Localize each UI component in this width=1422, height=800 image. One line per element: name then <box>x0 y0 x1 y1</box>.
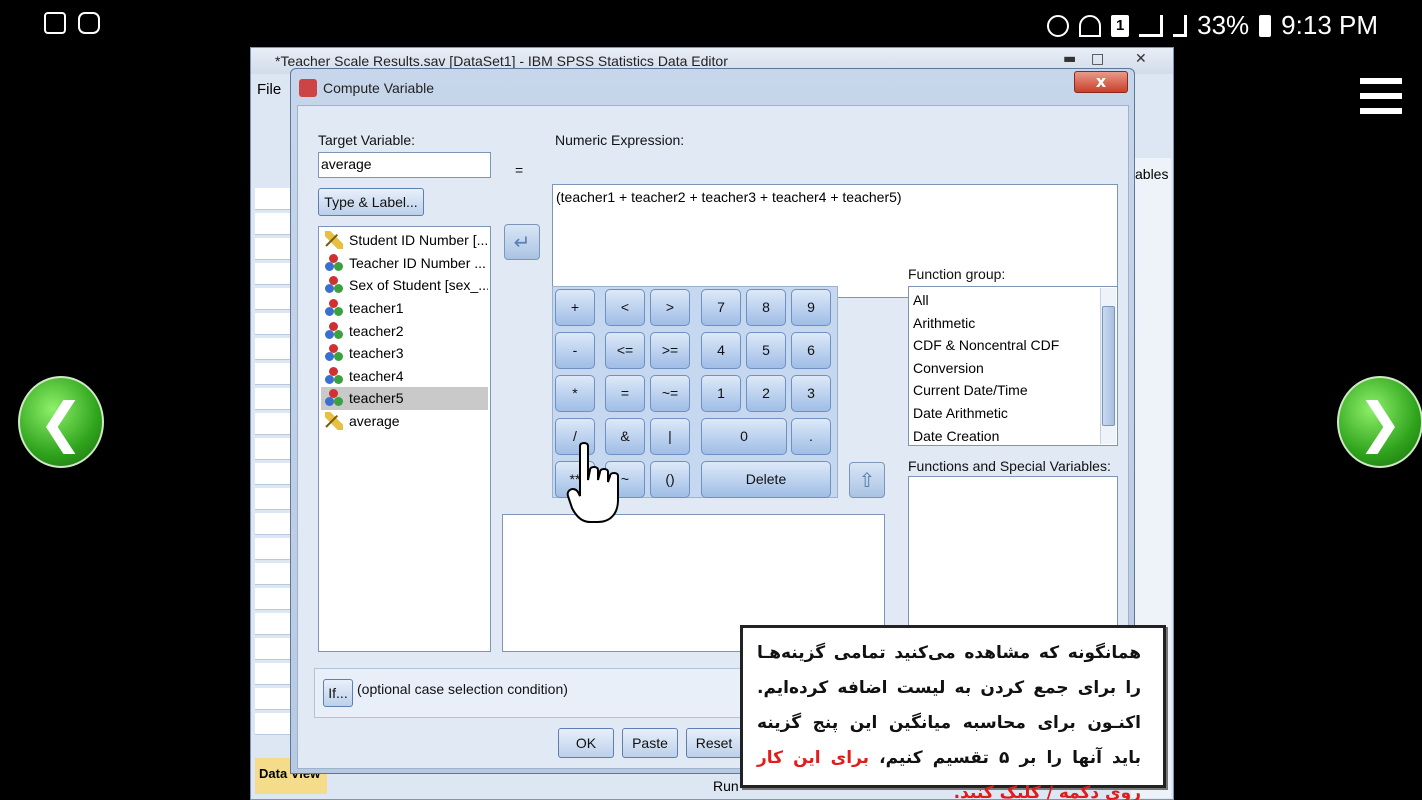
dialog-close-button[interactable]: x <box>1074 71 1128 93</box>
status-bar: 1 33% 9:13 PM <box>0 0 1422 48</box>
key-0[interactable]: 0 <box>701 418 787 455</box>
move-to-expression-button[interactable]: ↵ <box>504 224 540 260</box>
signal-icon <box>1139 14 1164 37</box>
key-greater-equal[interactable]: >= <box>650 332 690 369</box>
variable-item[interactable]: Sex of Student [sex_... <box>321 274 488 297</box>
variables-tab-partial: ables <box>1135 166 1169 182</box>
row-headers <box>255 188 291 738</box>
key-dot[interactable]: . <box>791 418 831 455</box>
minimize-icon[interactable]: ▬ <box>1063 51 1076 67</box>
variable-item-selected[interactable]: teacher5 <box>321 387 488 410</box>
variable-item[interactable]: teacher4 <box>321 365 488 388</box>
nominal-icon <box>325 276 343 294</box>
previous-arrow-button[interactable]: ❮ <box>18 376 104 468</box>
function-group-label: Function group: <box>908 266 1006 282</box>
hamburger-menu-icon[interactable] <box>1360 78 1402 114</box>
function-group-item[interactable]: Arithmetic <box>913 312 1113 335</box>
clock: 9:13 PM <box>1281 10 1378 40</box>
key-2[interactable]: 2 <box>746 375 786 412</box>
scale-ruler-icon <box>325 231 343 250</box>
numeric-expression-label: Numeric Expression: <box>555 132 685 148</box>
key-4[interactable]: 4 <box>701 332 741 369</box>
target-variable-input[interactable]: average <box>318 152 491 178</box>
key-parentheses[interactable]: () <box>650 461 690 498</box>
variable-item[interactable]: average <box>321 410 488 433</box>
menu-file[interactable]: File <box>257 81 281 98</box>
key-less-equal[interactable]: <= <box>605 332 645 369</box>
dialog-title-text: Compute Variable <box>323 80 435 96</box>
battery-icon <box>1259 14 1272 37</box>
ok-button[interactable]: OK <box>558 728 614 758</box>
variable-list[interactable]: Student ID Number [... Teacher ID Number… <box>318 226 491 652</box>
variable-item[interactable]: teacher1 <box>321 297 488 320</box>
maximize-icon[interactable]: □ <box>1091 51 1104 67</box>
gallery-icon <box>44 12 66 34</box>
nominal-icon <box>325 321 343 340</box>
nominal-icon <box>325 366 343 385</box>
function-group-item[interactable]: Current Date/Time <box>913 379 1113 402</box>
function-group-item[interactable]: Date Creation <box>913 425 1113 445</box>
type-label-button[interactable]: Type & Label... <box>318 188 424 216</box>
move-function-up-button[interactable]: ⇧ <box>849 462 885 498</box>
key-minus[interactable]: - <box>555 332 595 369</box>
nominal-icon <box>325 389 343 407</box>
function-group-item[interactable]: Conversion <box>913 357 1113 380</box>
variable-item[interactable]: teacher2 <box>321 319 488 342</box>
battery-percent: 33% <box>1197 10 1250 40</box>
key-1[interactable]: 1 <box>701 375 741 412</box>
scale-ruler-icon <box>325 412 343 431</box>
hand-pointer-icon <box>566 442 619 523</box>
wifi-icon <box>1079 14 1102 37</box>
signal-icon-2 <box>1173 14 1188 37</box>
key-3[interactable]: 3 <box>791 375 831 412</box>
equals-sign: = <box>515 162 524 178</box>
key-greater-than[interactable]: > <box>650 289 690 326</box>
key-9[interactable]: 9 <box>791 289 831 326</box>
nominal-icon <box>325 299 343 317</box>
sim-slot-badge: 1 <box>1111 14 1130 37</box>
variable-item[interactable]: teacher3 <box>321 342 488 365</box>
next-arrow-button[interactable]: ❯ <box>1337 376 1422 468</box>
instruction-annotation: همانگونه که مشاهده می‌کنید تمامی گزینه‌ه… <box>740 625 1166 800</box>
variable-item[interactable]: Student ID Number [... <box>321 229 488 252</box>
key-plus[interactable]: + <box>555 289 595 326</box>
key-or[interactable]: | <box>650 418 690 455</box>
key-equals[interactable]: = <box>605 375 645 412</box>
reset-button[interactable]: Reset <box>686 728 742 758</box>
numeric-expression-textarea[interactable]: (teacher1 + teacher2 + teacher3 + teache… <box>552 184 1118 298</box>
key-less-than[interactable]: < <box>605 289 645 326</box>
function-group-item[interactable]: CDF & Noncentral CDF <box>913 334 1113 357</box>
function-group-item[interactable]: Date Arithmetic <box>913 402 1113 425</box>
if-button[interactable]: If... <box>323 679 353 707</box>
key-multiply[interactable]: * <box>555 375 595 412</box>
window-close-icon[interactable]: ✕ <box>1135 51 1147 67</box>
nominal-icon <box>325 253 343 272</box>
dialog-title: Compute Variable <box>297 75 434 101</box>
function-group-list[interactable]: All Arithmetic CDF & Noncentral CDF Conv… <box>908 286 1118 446</box>
instagram-icon <box>78 12 100 34</box>
functions-special-variables-label: Functions and Special Variables: <box>908 458 1111 474</box>
alarm-icon <box>1047 14 1070 37</box>
key-5[interactable]: 5 <box>746 332 786 369</box>
function-group-scrollbar[interactable] <box>1100 288 1116 444</box>
key-8[interactable]: 8 <box>746 289 786 326</box>
status-text-partial: Run <box>713 778 739 794</box>
target-variable-label: Target Variable: <box>318 132 416 148</box>
paste-button[interactable]: Paste <box>622 728 678 758</box>
variable-item[interactable]: Teacher ID Number ... <box>321 252 488 275</box>
key-delete[interactable]: Delete <box>701 461 831 498</box>
spss-app-icon <box>299 79 317 97</box>
key-6[interactable]: 6 <box>791 332 831 369</box>
key-7[interactable]: 7 <box>701 289 741 326</box>
if-condition-text: (optional case selection condition) <box>357 681 568 697</box>
function-group-item[interactable]: All <box>913 289 1113 312</box>
nominal-icon <box>325 344 343 362</box>
key-not-equal[interactable]: ~= <box>650 375 690 412</box>
